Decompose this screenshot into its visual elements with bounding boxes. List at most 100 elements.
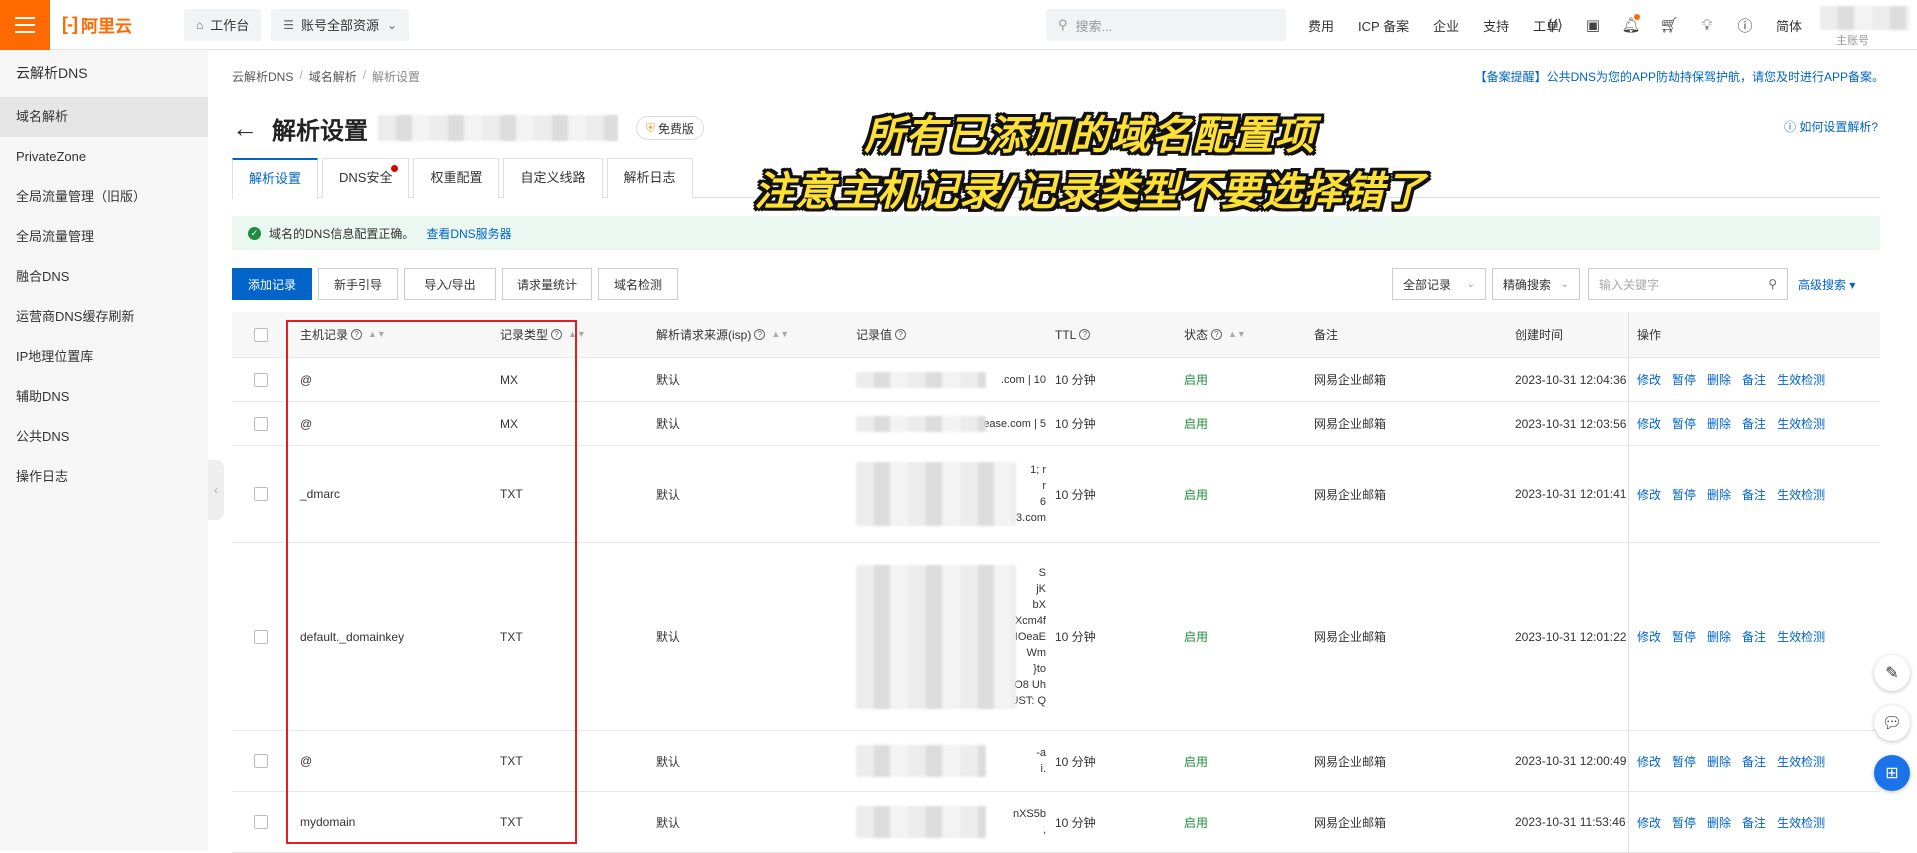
- top-link-icp[interactable]: ICP 备案: [1358, 16, 1409, 35]
- workbench-label: 工作台: [210, 18, 250, 33]
- cell-isp: 默认: [656, 815, 681, 830]
- check-effect-link[interactable]: 生效检测: [1777, 628, 1825, 645]
- view-dns-servers-link[interactable]: 查看DNS服务器: [426, 225, 511, 242]
- delete-link[interactable]: 删除: [1707, 628, 1731, 645]
- row-checkbox[interactable]: [254, 416, 268, 431]
- remark-link[interactable]: 备注: [1742, 628, 1766, 645]
- breadcrumb-item-dns[interactable]: 云解析DNS: [232, 68, 293, 85]
- code-icon[interactable]: ⟨/⟩: [1544, 16, 1566, 34]
- top-link-billing[interactable]: 费用: [1308, 16, 1334, 35]
- row-checkbox[interactable]: [254, 372, 268, 387]
- check-effect-link[interactable]: 生效检测: [1777, 753, 1825, 770]
- check-effect-link[interactable]: 生效检测: [1777, 371, 1825, 388]
- lightbulb-icon[interactable]: 💡︎: [1696, 17, 1718, 34]
- delete-link[interactable]: 删除: [1707, 371, 1731, 388]
- tab-resolve-settings[interactable]: 解析设置: [232, 158, 319, 199]
- header-isp[interactable]: 解析请求来源(isp)? ▲▼: [656, 312, 789, 357]
- account-avatar[interactable]: 主账号: [1820, 6, 1910, 47]
- sidebar-item-cache-refresh[interactable]: 运营商DNS缓存刷新: [0, 297, 208, 337]
- pause-link[interactable]: 暂停: [1672, 814, 1696, 831]
- edit-link[interactable]: 修改: [1637, 753, 1661, 770]
- request-stats-button[interactable]: 请求量统计: [502, 268, 592, 300]
- cell-host: default._domainkey: [300, 629, 405, 644]
- add-record-button[interactable]: 添加记录: [232, 268, 312, 300]
- import-export-button[interactable]: 导入/导出: [404, 268, 496, 300]
- search-mode-select[interactable]: 精确搜索 ⌄: [1492, 268, 1580, 300]
- edit-link[interactable]: 修改: [1637, 371, 1661, 388]
- row-checkbox[interactable]: [254, 754, 268, 768]
- edit-link[interactable]: 修改: [1637, 486, 1661, 503]
- remark-link[interactable]: 备注: [1742, 814, 1766, 831]
- bell-icon[interactable]: 🔔︎: [1620, 14, 1642, 34]
- help-link[interactable]: ⓘ 如何设置解析?: [1784, 118, 1878, 135]
- workbench-button[interactable]: ⌂ 工作台: [184, 8, 262, 41]
- keyword-search-input[interactable]: 输入关键字 ⚲: [1588, 268, 1788, 300]
- icp-notice-link[interactable]: 【备案提醒】公共DNS为您的APP防劫持保驾护航，请您及时进行APP备案。: [1475, 68, 1884, 85]
- edit-feedback-icon[interactable]: ✎: [1874, 655, 1910, 691]
- tab-dns-security[interactable]: DNS安全: [322, 158, 410, 198]
- remark-link[interactable]: 备注: [1742, 486, 1766, 503]
- edit-link[interactable]: 修改: [1637, 814, 1661, 831]
- pause-link[interactable]: 暂停: [1672, 415, 1696, 432]
- delete-link[interactable]: 删除: [1707, 814, 1731, 831]
- apps-grid-icon[interactable]: ⊞: [1874, 755, 1910, 791]
- pause-link[interactable]: 暂停: [1672, 486, 1696, 503]
- sidebar-collapse-handle[interactable]: ‹: [208, 460, 224, 520]
- record-filter-select[interactable]: 全部记录 ⌄: [1392, 268, 1486, 300]
- sidebar-item-public-dns[interactable]: 公共DNS: [0, 417, 208, 457]
- header-status[interactable]: 状态? ▲▼: [1184, 312, 1246, 357]
- row-checkbox[interactable]: [254, 629, 268, 644]
- sidebar-item-gtm-legacy[interactable]: 全局流量管理（旧版）: [0, 177, 208, 217]
- aliyun-logo[interactable]: [-] 阿里云: [62, 12, 174, 37]
- sidebar-item-domain-resolve[interactable]: 域名解析: [0, 97, 208, 137]
- remark-link[interactable]: 备注: [1742, 753, 1766, 770]
- global-search-input[interactable]: ⚲ 搜索...: [1046, 9, 1286, 41]
- back-arrow-icon[interactable]: ←: [232, 113, 258, 144]
- sidebar-item-ip-geo[interactable]: IP地理位置库: [0, 337, 208, 377]
- delete-link[interactable]: 删除: [1707, 415, 1731, 432]
- check-effect-link[interactable]: 生效检测: [1777, 486, 1825, 503]
- resource-selector[interactable]: ☰ 账号全部资源 ⌄: [271, 8, 410, 41]
- sidebar-item-fusion-dns[interactable]: 融合DNS: [0, 257, 208, 297]
- check-effect-link[interactable]: 生效检测: [1777, 814, 1825, 831]
- guide-button[interactable]: 新手引导: [318, 268, 398, 300]
- sort-icon[interactable]: ▲▼: [568, 330, 586, 339]
- sidebar-item-gtm[interactable]: 全局流量管理: [0, 217, 208, 257]
- remark-link[interactable]: 备注: [1742, 371, 1766, 388]
- advanced-search-link[interactable]: 高级搜索 ▾: [1798, 276, 1855, 293]
- sidebar-item-secondary-dns[interactable]: 辅助DNS: [0, 377, 208, 417]
- pause-link[interactable]: 暂停: [1672, 371, 1696, 388]
- tab-custom-line[interactable]: 自定义线路: [503, 158, 603, 198]
- delete-link[interactable]: 删除: [1707, 486, 1731, 503]
- sort-icon[interactable]: ▲▼: [368, 330, 386, 339]
- cell-status: 启用: [1184, 754, 1209, 769]
- edit-link[interactable]: 修改: [1637, 415, 1661, 432]
- sort-icon[interactable]: ▲▼: [1228, 330, 1246, 339]
- remark-link[interactable]: 备注: [1742, 415, 1766, 432]
- chat-icon[interactable]: 💬︎: [1874, 705, 1910, 741]
- header-type[interactable]: 记录类型? ▲▼: [500, 312, 586, 357]
- domain-check-button[interactable]: 域名检测: [598, 268, 678, 300]
- tab-weight[interactable]: 权重配置: [413, 158, 500, 198]
- sort-icon[interactable]: ▲▼: [771, 330, 789, 339]
- cart-icon[interactable]: 🛒︎: [1658, 16, 1680, 34]
- sidebar-item-privatezone[interactable]: PrivateZone: [0, 137, 208, 177]
- terminal-icon[interactable]: ▣: [1582, 16, 1604, 34]
- language-switch[interactable]: 简体: [1776, 16, 1802, 35]
- row-checkbox[interactable]: [254, 815, 268, 829]
- breadcrumb-item-domains[interactable]: 域名解析: [309, 68, 357, 85]
- delete-link[interactable]: 删除: [1707, 753, 1731, 770]
- edit-link[interactable]: 修改: [1637, 628, 1661, 645]
- check-effect-link[interactable]: 生效检测: [1777, 415, 1825, 432]
- tab-resolve-log[interactable]: 解析日志: [606, 158, 693, 198]
- top-link-enterprise[interactable]: 企业: [1433, 16, 1459, 35]
- header-host[interactable]: 主机记录? ▲▼: [300, 312, 386, 357]
- row-checkbox[interactable]: [254, 487, 268, 501]
- pause-link[interactable]: 暂停: [1672, 628, 1696, 645]
- help-icon[interactable]: ⓘ: [1734, 15, 1756, 36]
- pause-link[interactable]: 暂停: [1672, 753, 1696, 770]
- sidebar-item-operation-log[interactable]: 操作日志: [0, 457, 208, 497]
- select-all-checkbox[interactable]: [254, 327, 268, 342]
- hamburger-menu-icon[interactable]: [0, 0, 50, 50]
- top-link-support[interactable]: 支持: [1483, 16, 1509, 35]
